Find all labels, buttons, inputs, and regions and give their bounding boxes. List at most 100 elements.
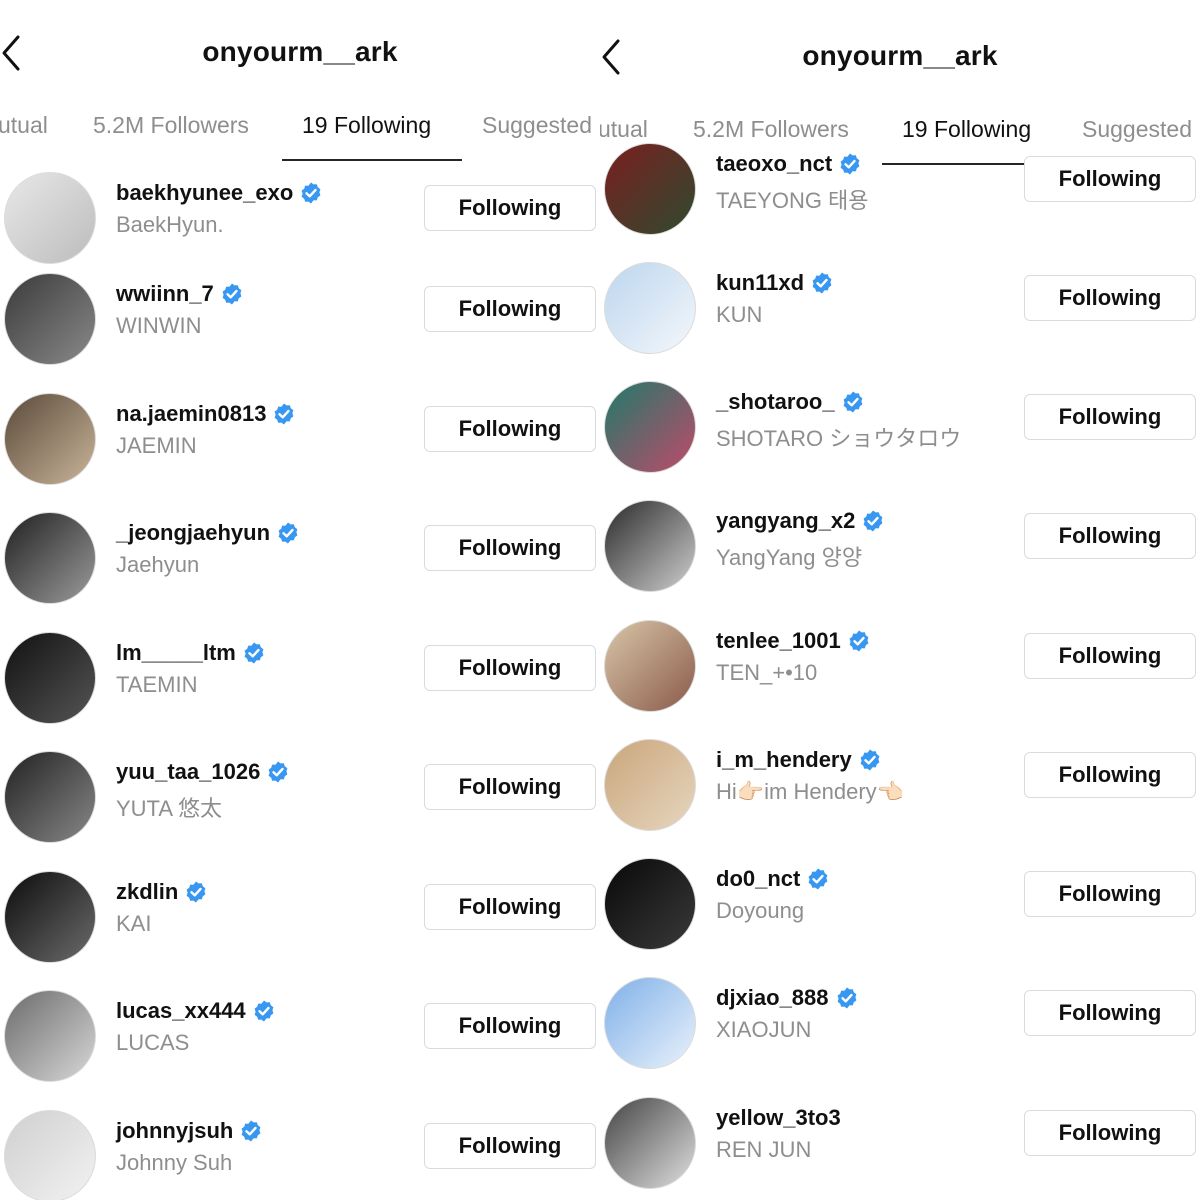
- full-name: Jaehyun: [116, 552, 200, 577]
- username[interactable]: tenlee_1001: [716, 628, 841, 654]
- page-title: onyourm__ark: [802, 40, 998, 71]
- avatar[interactable]: [4, 393, 96, 485]
- username[interactable]: i_m_hendery: [716, 747, 852, 773]
- tab-followers[interactable]: 5.2M Followers: [93, 112, 249, 139]
- full-name: Hi👉🏻im Hendery👈🏻: [716, 779, 905, 804]
- avatar[interactable]: [4, 172, 96, 264]
- list-item[interactable]: yuu_taa_1026 YUTA 悠太 Following: [0, 751, 600, 871]
- full-name: SHOTARO ショウタロウ: [716, 426, 962, 451]
- tab-suggested[interactable]: Suggested: [482, 112, 592, 139]
- full-name: Johnny Suh: [116, 1150, 233, 1175]
- username[interactable]: lm_____ltm: [116, 640, 236, 666]
- following-button[interactable]: Following: [424, 406, 596, 452]
- following-button[interactable]: Following: [424, 645, 596, 691]
- username-line: _shotaroo_: [716, 389, 865, 415]
- full-name: REN JUN: [716, 1137, 812, 1162]
- verified-badge-icon: [840, 153, 860, 175]
- following-button[interactable]: Following: [424, 286, 596, 332]
- avatar[interactable]: [604, 262, 696, 354]
- list-item[interactable]: yangyang_x2 YangYang 양양 Following: [600, 500, 1200, 620]
- list-item[interactable]: i_m_hendery Hi👉🏻im Hendery👈🏻 Following: [600, 739, 1200, 859]
- tab-suggested[interactable]: Suggested: [1082, 116, 1192, 143]
- following-button[interactable]: Following: [1024, 156, 1196, 202]
- following-button[interactable]: Following: [424, 1123, 596, 1169]
- username[interactable]: djxiao_888: [716, 985, 829, 1011]
- avatar[interactable]: [4, 990, 96, 1082]
- following-button[interactable]: Following: [424, 1003, 596, 1049]
- list-item[interactable]: _jeongjaehyun Jaehyun Following: [0, 512, 600, 632]
- username[interactable]: baekhyunee_exo: [116, 180, 293, 206]
- following-button[interactable]: Following: [424, 185, 596, 231]
- username[interactable]: _shotaroo_: [716, 389, 835, 415]
- full-name: YUTA 悠太: [116, 796, 222, 821]
- avatar[interactable]: [604, 1097, 696, 1189]
- username[interactable]: lucas_xx444: [116, 998, 246, 1024]
- avatar[interactable]: [4, 512, 96, 604]
- full-name: KAI: [116, 911, 152, 936]
- list-item[interactable]: lm_____ltm TAEMIN Following: [0, 632, 600, 752]
- avatar[interactable]: [4, 632, 96, 724]
- following-button[interactable]: Following: [424, 764, 596, 810]
- avatar[interactable]: [4, 751, 96, 843]
- list-item[interactable]: taeoxo_nct TAEYONG 태용 Following: [600, 143, 1200, 263]
- username[interactable]: zkdlin: [116, 879, 178, 905]
- username[interactable]: taeoxo_nct: [716, 151, 832, 177]
- username[interactable]: do0_nct: [716, 866, 800, 892]
- following-button[interactable]: Following: [1024, 633, 1196, 679]
- avatar[interactable]: [604, 858, 696, 950]
- avatar[interactable]: [4, 273, 96, 365]
- full-name: TAEMIN: [116, 672, 198, 697]
- avatar[interactable]: [4, 871, 96, 963]
- full-name: JAEMIN: [116, 433, 197, 458]
- following-screen-left: onyourm__ark utual 5.2M Followers 19 Fol…: [0, 0, 600, 1200]
- username[interactable]: yuu_taa_1026: [116, 759, 260, 785]
- list-item[interactable]: _shotaroo_ SHOTARO ショウタロウ Following: [600, 381, 1200, 501]
- following-button[interactable]: Following: [1024, 1110, 1196, 1156]
- tab-followers[interactable]: 5.2M Followers: [693, 116, 849, 143]
- following-button[interactable]: Following: [1024, 752, 1196, 798]
- list-item[interactable]: na.jaemin0813 JAEMIN Following: [0, 393, 600, 513]
- avatar[interactable]: [604, 620, 696, 712]
- list-item[interactable]: zkdlin KAI Following: [0, 871, 600, 991]
- username[interactable]: _jeongjaehyun: [116, 520, 270, 546]
- username[interactable]: yellow_3to3: [716, 1105, 841, 1131]
- full-name: TAEYONG 태용: [716, 188, 869, 213]
- following-button[interactable]: Following: [1024, 275, 1196, 321]
- avatar[interactable]: [604, 500, 696, 592]
- username[interactable]: yangyang_x2: [716, 508, 855, 534]
- username-line: do0_nct: [716, 866, 830, 892]
- avatar[interactable]: [604, 739, 696, 831]
- tab-following[interactable]: 19 Following: [902, 116, 1031, 143]
- username[interactable]: johnnyjsuh: [116, 1118, 233, 1144]
- following-button[interactable]: Following: [1024, 990, 1196, 1036]
- avatar[interactable]: [604, 381, 696, 473]
- avatar[interactable]: [604, 977, 696, 1069]
- list-item[interactable]: tenlee_1001 TEN_+•10 Following: [600, 620, 1200, 740]
- list-item[interactable]: wwiinn_7 WINWIN Following: [0, 273, 600, 393]
- list-item[interactable]: kun11xd KUN Following: [600, 262, 1200, 382]
- avatar[interactable]: [604, 143, 696, 235]
- following-button[interactable]: Following: [1024, 394, 1196, 440]
- username[interactable]: wwiinn_7: [116, 281, 214, 307]
- username-line: tenlee_1001: [716, 628, 871, 654]
- username-line: lm_____ltm: [116, 640, 266, 666]
- following-button[interactable]: Following: [1024, 513, 1196, 559]
- username-line: djxiao_888: [716, 985, 859, 1011]
- following-button[interactable]: Following: [424, 525, 596, 571]
- list-item[interactable]: djxiao_888 XIAOJUN Following: [600, 977, 1200, 1097]
- tab-mutual[interactable]: utual: [600, 116, 648, 143]
- following-button[interactable]: Following: [424, 884, 596, 930]
- verified-badge-icon: [241, 1120, 261, 1142]
- username[interactable]: kun11xd: [716, 270, 804, 296]
- username[interactable]: na.jaemin0813: [116, 401, 266, 427]
- following-button[interactable]: Following: [1024, 871, 1196, 917]
- list-item[interactable]: do0_nct Doyoung Following: [600, 858, 1200, 978]
- tab-mutual[interactable]: utual: [0, 112, 48, 139]
- tab-following[interactable]: 19 Following: [302, 112, 431, 139]
- list-item[interactable]: lucas_xx444 LUCAS Following: [0, 990, 600, 1110]
- list-item[interactable]: yellow_3to3 REN JUN Following: [600, 1097, 1200, 1200]
- avatar[interactable]: [4, 1110, 96, 1200]
- verified-badge-icon: [186, 881, 206, 903]
- full-name: YangYang 양양: [716, 545, 863, 570]
- list-item[interactable]: johnnyjsuh Johnny Suh Following: [0, 1110, 600, 1200]
